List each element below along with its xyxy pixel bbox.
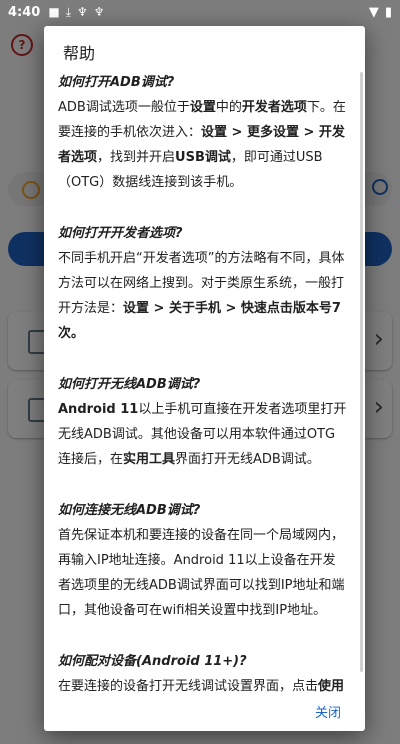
help-dialog: 帮助 如何打开ADB调试? ADB调试选项一般位于设置中的开发者选项下。在要连接的… (44, 26, 365, 731)
help-section: 如何打开开发者选项? 不同手机开启“开发者选项”的方法略有不同，具体方法可以在网络… (58, 221, 348, 346)
answer-text: ，找到并开启 (97, 150, 176, 165)
help-question: 如何连接无线ADB调试? (58, 503, 201, 518)
help-section: 如何打开ADB调试? ADB调试选项一般位于设置中的开发者选项下。在要连接的手机依… (58, 70, 348, 195)
answer-text: 界面打开无线ADB调试。 (175, 452, 320, 467)
help-answer: Android 11以上手机可直接在开发者选项里打开无线ADB调试。其他设备可以… (58, 397, 348, 472)
help-section: 如何配对设备(Android 11+)? 在要连接的设备打开无线调试设置界面，点击… (58, 649, 348, 700)
scrollbar[interactable] (360, 72, 363, 672)
help-answer: 不同手机开启“开发者选项”的方法略有不同，具体方法可以在网络上搜到。对于类原生系… (58, 246, 348, 346)
answer-text: ADB调试选项一般位于 (58, 100, 190, 115)
help-section: 如何连接无线ADB调试? 首先保证本机和要连接的设备在同一个局域网内，再输入IP地… (58, 498, 348, 623)
answer-highlight: 设置 (189, 100, 216, 115)
help-question: 如何打开开发者选项? (58, 226, 183, 241)
download-icon: ⤓ (65, 4, 71, 19)
help-question: 如何打开无线ADB调试? (58, 377, 201, 392)
wifi-icon: ▼ (368, 4, 379, 20)
answer-text: 中的 (215, 100, 242, 115)
square-icon: ■ (48, 5, 60, 19)
help-question: 如何配对设备(Android 11+)? (58, 654, 247, 669)
battery-icon: ▮ (384, 4, 392, 20)
help-answer: 首先保证本机和要连接的设备在同一个局域网内，再输入IP地址连接。Android … (58, 523, 348, 623)
app-icon: ♆ (77, 5, 88, 19)
help-answer: ADB调试选项一般位于设置中的开发者选项下。在要连接的手机依次进入：设置 > 更… (58, 95, 348, 195)
help-section: 如何打开无线ADB调试? Android 11以上手机可直接在开发者选项里打开无线… (58, 372, 348, 472)
answer-text: 在要连接的设备打开无线调试设置界面，点击 (58, 679, 319, 694)
dialog-content[interactable]: 如何打开ADB调试? ADB调试选项一般位于设置中的开发者选项下。在要连接的手机依… (58, 70, 348, 700)
answer-highlight: USB调试 (175, 150, 231, 165)
help-question: 如何打开ADB调试? (58, 75, 175, 90)
help-answer: 在要连接的设备打开无线调试设置界面，点击使用配对码配对设备，然后在软件右上角菜单… (58, 674, 348, 700)
answer-highlight: Android 11 (58, 402, 139, 417)
status-time: 4:40 (8, 4, 41, 20)
answer-highlight: 开发者选项 (241, 100, 307, 115)
app-icon: ♆ (93, 5, 105, 19)
dialog-title: 帮助 (63, 44, 96, 63)
close-button[interactable]: 关闭 (315, 702, 341, 721)
answer-text: 首先保证本机和要连接的设备在同一个局域网内，再输入IP地址连接。Android … (58, 528, 345, 618)
answer-highlight: 实用工具 (123, 452, 176, 467)
status-bar: 4:40 ■ ⤓ ♆ ♆ ▼ ▮ (0, 0, 400, 24)
